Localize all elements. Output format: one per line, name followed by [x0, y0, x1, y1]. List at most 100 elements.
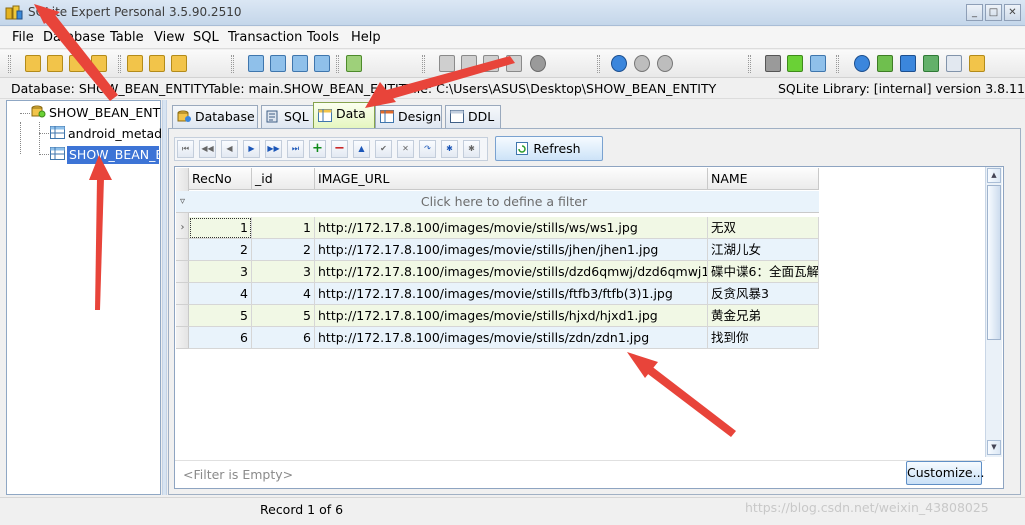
- update-icon[interactable]: [900, 55, 916, 72]
- cell-image-url[interactable]: http://172.17.8.100/images/movie/stills/…: [315, 283, 708, 305]
- column-header-name[interactable]: NAME: [708, 168, 819, 190]
- help-icon[interactable]: [854, 55, 870, 72]
- menu-database[interactable]: Database: [43, 30, 105, 45]
- toolbar-grip[interactable]: [422, 55, 425, 73]
- tab-database[interactable]: Database: [172, 105, 258, 128]
- tree-item-android-metadata[interactable]: android_metadata: [68, 125, 161, 143]
- tab-ddl[interactable]: DDL: [445, 105, 501, 128]
- scroll-down-button[interactable]: ▼: [987, 440, 1001, 455]
- filter-row[interactable]: Click here to define a filter: [189, 191, 819, 213]
- new-table-icon[interactable]: [248, 55, 264, 72]
- menu-tools[interactable]: Tools: [307, 30, 339, 45]
- edit-record-button[interactable]: ▲: [353, 140, 370, 158]
- filter-icon[interactable]: [787, 55, 803, 72]
- scroll-thumb[interactable]: [987, 185, 1001, 340]
- customize-button[interactable]: Customize...: [906, 461, 985, 485]
- menu-view[interactable]: View: [154, 30, 185, 45]
- tree-splitter[interactable]: [162, 100, 167, 495]
- cell-name[interactable]: 无双: [708, 217, 819, 239]
- script-icon[interactable]: [439, 55, 455, 72]
- insert-record-button[interactable]: +: [309, 140, 326, 158]
- wrench-icon[interactable]: [483, 55, 499, 72]
- refresh-data-button[interactable]: ↷: [419, 140, 436, 158]
- goto-bookmark-button[interactable]: ✱: [463, 140, 480, 158]
- prior-page-button[interactable]: ◀◀: [199, 140, 216, 158]
- scroll-up-button[interactable]: ▲: [987, 168, 1001, 183]
- maximize-button[interactable]: □: [985, 4, 1002, 21]
- database-sync-icon[interactable]: [171, 55, 187, 72]
- bookmark-button[interactable]: ✱: [441, 140, 458, 158]
- refresh-button[interactable]: Refresh: [495, 136, 603, 161]
- next-record-button[interactable]: ▶: [243, 140, 260, 158]
- toolbar-grip[interactable]: [336, 55, 339, 73]
- cancel-icon[interactable]: [530, 55, 546, 72]
- cell-recno[interactable]: 2: [189, 239, 252, 261]
- import-table-icon[interactable]: [346, 55, 362, 72]
- database-info-icon[interactable]: [149, 55, 165, 72]
- cell-id[interactable]: 4: [252, 283, 315, 305]
- toolbar-grip[interactable]: [748, 55, 751, 73]
- cell-recno[interactable]: 5: [189, 305, 252, 327]
- cell-name[interactable]: 碟中谍6：全面瓦解: [708, 261, 819, 283]
- menu-file[interactable]: File: [12, 30, 34, 45]
- prior-record-button[interactable]: ◀: [221, 140, 238, 158]
- cell-name[interactable]: 江湖儿女: [708, 239, 819, 261]
- cell-recno[interactable]: 1: [189, 217, 252, 239]
- stop-icon[interactable]: [634, 55, 650, 72]
- tab-sql[interactable]: SQL: [261, 105, 314, 128]
- cell-image-url[interactable]: http://172.17.8.100/images/movie/stills/…: [315, 305, 708, 327]
- column-header-id[interactable]: _id: [252, 168, 315, 190]
- cell-recno[interactable]: 4: [189, 283, 252, 305]
- menu-help[interactable]: Help: [351, 30, 381, 45]
- settings-icon[interactable]: [765, 55, 781, 72]
- next-page-button[interactable]: ▶▶: [265, 140, 282, 158]
- edit-icon[interactable]: [923, 55, 939, 72]
- cell-name[interactable]: 找到你: [708, 327, 819, 349]
- first-record-button[interactable]: ⏮: [177, 140, 194, 158]
- attach-database-icon[interactable]: [69, 55, 85, 72]
- cancel-edit-button[interactable]: ✕: [397, 140, 414, 158]
- toolbar-grip[interactable]: [597, 55, 600, 73]
- column-header-recno[interactable]: RecNo: [189, 168, 252, 190]
- menu-transaction[interactable]: Transaction: [228, 30, 302, 45]
- database-tree[interactable]: SHOW_BEAN_ENTITY android_metadata SHOW_B…: [6, 100, 161, 495]
- cell-id[interactable]: 3: [252, 261, 315, 283]
- cell-id[interactable]: 1: [252, 217, 315, 239]
- column-header-image-url[interactable]: IMAGE_URL: [315, 168, 708, 190]
- refresh-table-icon[interactable]: [292, 55, 308, 72]
- cell-id[interactable]: 5: [252, 305, 315, 327]
- cancel-query-icon[interactable]: [657, 55, 673, 72]
- execute-icon[interactable]: [611, 55, 627, 72]
- cell-name[interactable]: 反贪风暴3: [708, 283, 819, 305]
- cell-image-url[interactable]: http://172.17.8.100/images/movie/stills/…: [315, 217, 708, 239]
- clear-icon[interactable]: [506, 55, 522, 72]
- close-button[interactable]: ✕: [1004, 4, 1021, 21]
- tree-item-show-bean-entity[interactable]: SHOW_BEAN_ENTITY: [67, 146, 159, 164]
- grid-vertical-scrollbar[interactable]: ▲ ▼: [985, 167, 1002, 457]
- cell-recno[interactable]: 6: [189, 327, 252, 349]
- delete-record-button[interactable]: −: [331, 140, 348, 158]
- database-properties-icon[interactable]: [127, 55, 143, 72]
- toolbar-grip[interactable]: [8, 55, 11, 73]
- cell-image-url[interactable]: http://172.17.8.100/images/movie/stills/…: [315, 327, 708, 349]
- cell-id[interactable]: 2: [252, 239, 315, 261]
- last-record-button[interactable]: ⏭: [287, 140, 304, 158]
- toolbar-grip[interactable]: [231, 55, 234, 73]
- cell-id[interactable]: 6: [252, 327, 315, 349]
- cell-image-url[interactable]: http://172.17.8.100/images/movie/stills/…: [315, 261, 708, 283]
- toolbar-grip[interactable]: [836, 55, 839, 73]
- register-icon[interactable]: [969, 55, 985, 72]
- minimize-button[interactable]: _: [966, 4, 983, 21]
- compile-icon[interactable]: [461, 55, 477, 72]
- menu-table[interactable]: Table: [110, 30, 144, 45]
- detach-database-icon[interactable]: [91, 55, 107, 72]
- data-grid[interactable]: ▿ RecNo _id IMAGE_URL NAME Click here to…: [174, 166, 1004, 489]
- new-database-icon[interactable]: [47, 55, 63, 72]
- toolbar-grip[interactable]: [118, 55, 121, 73]
- cell-recno[interactable]: 3: [189, 261, 252, 283]
- design-table-icon[interactable]: [314, 55, 330, 72]
- tab-data[interactable]: Data: [313, 102, 375, 129]
- rename-table-icon[interactable]: [270, 55, 286, 72]
- post-edit-button[interactable]: ✔: [375, 140, 392, 158]
- mail-icon[interactable]: [946, 55, 962, 72]
